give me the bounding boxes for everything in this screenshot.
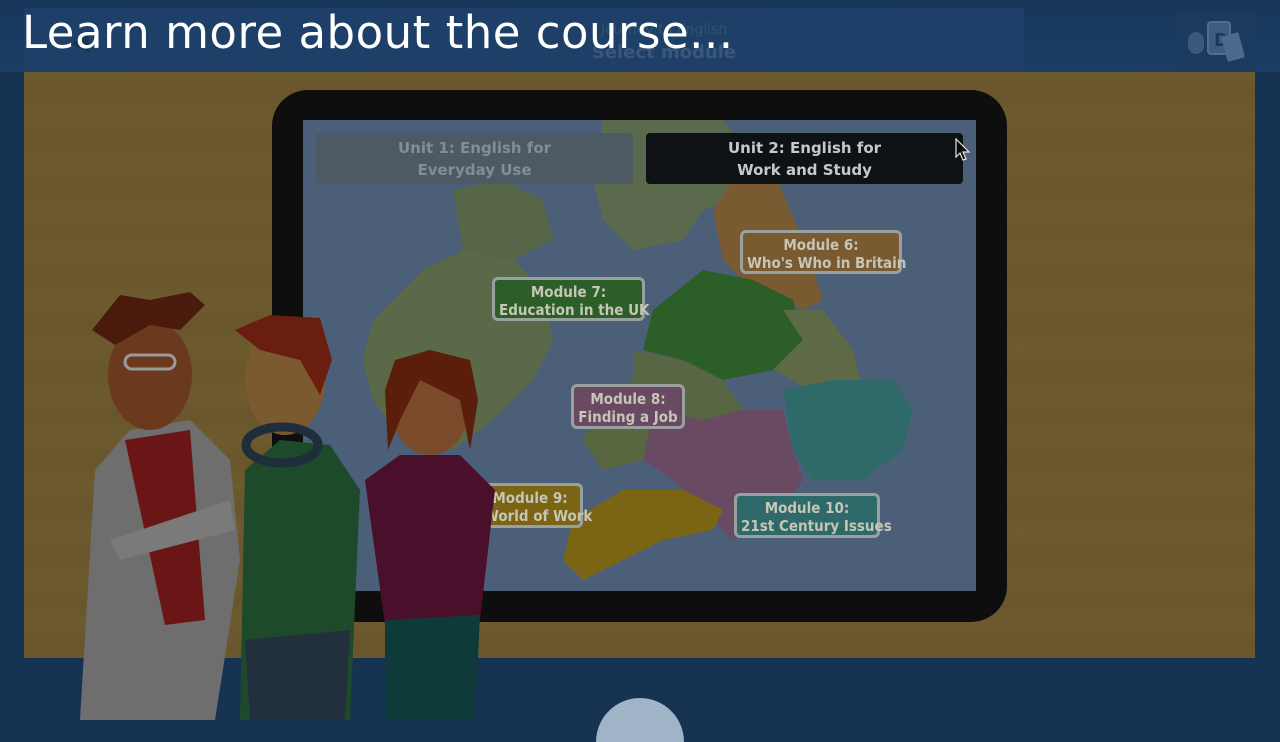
module-6-number: Module 6: xyxy=(783,236,859,254)
module-10-number: Module 10: xyxy=(764,499,850,517)
module-7-button[interactable]: Module 7: Education in the UK xyxy=(492,277,650,321)
module-9-title: World of Work xyxy=(484,507,593,525)
mouse-cursor-icon xyxy=(955,138,971,161)
module-9-number: Module 9: xyxy=(492,489,568,507)
module-8-number: Module 8: xyxy=(590,390,666,408)
tab-unit-2-label: Unit 2: English for Work and Study xyxy=(727,138,882,179)
module-8-button[interactable]: Module 8: Finding a Job xyxy=(571,384,685,429)
dictionary-button[interactable]: D xyxy=(1176,10,1256,70)
module-10-button[interactable]: Module 10: 21st Century Issues xyxy=(734,493,892,538)
module-6-button[interactable]: Module 6: Who's Who in Britain xyxy=(740,230,907,274)
module-9-button[interactable]: Module 9: World of Work xyxy=(477,483,593,528)
module-7-title: Education in the UK xyxy=(499,301,650,319)
dictionary-icon: D xyxy=(1188,21,1245,62)
overlay-caption: Learn more about the course... xyxy=(22,6,734,59)
module-8-title: Finding a Job xyxy=(578,408,678,426)
tab-unit-2[interactable]: Unit 2: English for Work and Study xyxy=(646,133,963,184)
help-button[interactable] xyxy=(596,698,684,742)
module-7-number: Module 7: xyxy=(530,283,607,301)
module-10-title: 21st Century Issues xyxy=(741,517,892,535)
tab-unit-1[interactable]: Unit 1: English for Everyday Use xyxy=(316,133,633,184)
module-6-title: Who's Who in Britain xyxy=(747,254,907,272)
module-map-screen: Unit 1: English for Everyday Use Unit 2:… xyxy=(303,120,976,591)
tab-unit-1-label: Unit 1: English for Everyday Use xyxy=(397,138,552,179)
